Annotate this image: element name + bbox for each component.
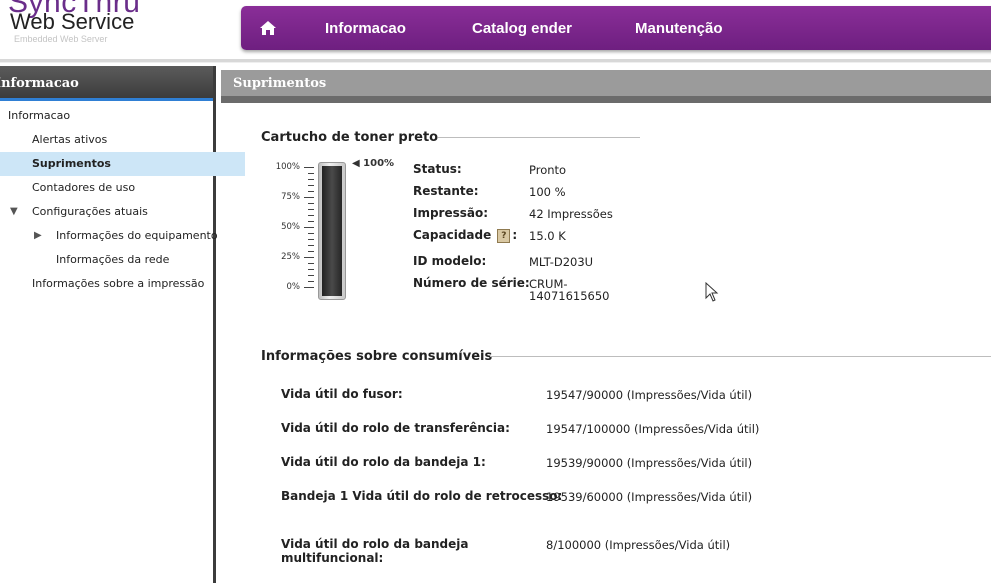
serial-number-value-line2: 14071615650 — [529, 289, 610, 303]
gauge-tick-label: 0% — [286, 282, 301, 292]
gauge-major-tick — [304, 257, 314, 258]
table-row-value: 8/100000 (Impressões/Vida útil) — [546, 538, 731, 552]
page-title: Suprimentos — [221, 70, 991, 103]
gauge-major-tick — [304, 227, 314, 228]
capacity-label-suffix: : — [512, 228, 518, 242]
toner-section-title: Cartucho de toner preto — [261, 130, 439, 145]
gauge-minor-tick — [308, 275, 314, 276]
sidebar-item-label: Informações da rede — [56, 253, 170, 266]
nav-catalog-ender[interactable]: Catalog ender — [472, 20, 572, 37]
sidebar-item-contadores-de-uso[interactable]: Contadores de uso — [0, 176, 245, 200]
status-value: Pronto — [529, 163, 567, 177]
capacity-label-text: Capacidade — [413, 228, 492, 242]
nav-informacao[interactable]: Informacao — [325, 20, 406, 37]
main-content: Suprimentos — [221, 70, 991, 583]
table-row-value: 19547/100000 (Impressões/Vida útil) — [546, 422, 760, 436]
gauge-minor-tick — [308, 173, 314, 174]
sidebar-item-label: Configurações atuais — [32, 205, 148, 218]
gauge-fill — [322, 166, 342, 296]
help-icon[interactable]: ? — [497, 228, 511, 243]
table-row-label-line1: Vida útil do rolo da bandeja — [281, 537, 469, 551]
table-row-label-line2: multifuncional: — [281, 551, 384, 565]
table-row-label: Bandeja 1 Vida útil do rolo de retrocess… — [281, 489, 563, 503]
sidebar-item-informacoes-sobre-a-impressao[interactable]: Informações sobre a impressão — [0, 272, 245, 296]
gauge-major-tick — [304, 197, 314, 198]
model-id-value: MLT-D203U — [529, 255, 594, 269]
sidebar-item-label: Alertas ativos — [32, 133, 108, 146]
nav-manutencao[interactable]: Manutenção — [635, 20, 723, 37]
sidebar-item-alertas-ativos[interactable]: Alertas ativos — [0, 128, 245, 152]
gauge-minor-tick — [308, 179, 314, 180]
table-row-label: Vida útil do rolo da bandeja 1: — [281, 455, 486, 469]
gauge-minor-tick — [308, 185, 314, 186]
table-row-value: 19539/90000 (Impressões/Vida útil) — [546, 456, 753, 470]
sidebar-item-label: Suprimentos — [32, 157, 111, 170]
gauge-tick-label: 75% — [281, 192, 300, 202]
triangle-down-icon[interactable]: ▼ — [10, 200, 18, 224]
gauge-minor-tick — [308, 209, 314, 210]
header-divider-light — [0, 62, 991, 63]
model-id-label: ID modelo: — [413, 254, 487, 268]
gauge-tick-label: 25% — [281, 252, 300, 262]
sidebar-item-label: Informações sobre a impressão — [32, 277, 205, 290]
section-divider — [490, 356, 991, 357]
gauge-minor-tick — [308, 263, 314, 264]
gauge-minor-tick — [308, 215, 314, 216]
remaining-value: 100 % — [529, 185, 566, 199]
sidebar-header: Informacao — [0, 66, 213, 101]
sidebar-header-label: Informacao — [0, 76, 79, 91]
brand-title: Web Service — [10, 9, 135, 34]
gauge-tick-label: 100% — [275, 162, 300, 172]
gauge-major-tick — [304, 167, 314, 168]
table-row-label: Vida útil do rolo de transferência: — [281, 421, 510, 435]
sidebar-item-label: Informações do equipamento — [56, 229, 218, 242]
consumables-section-title: Informações sobre consumíveis — [261, 349, 493, 364]
gauge-minor-tick — [308, 251, 314, 252]
sidebar-item-informacao[interactable]: Informacao — [0, 104, 221, 128]
capacity-label: Capacidade ?: — [413, 228, 517, 243]
serial-number-label: Número de série: — [413, 276, 530, 290]
triangle-right-icon[interactable]: ▶ — [34, 224, 42, 248]
gauge-minor-tick — [308, 191, 314, 192]
sidebar-item-label: Informacao — [8, 109, 71, 122]
gauge-minor-tick — [308, 281, 314, 282]
table-row-label: Vida útil do fusor: — [281, 387, 403, 401]
impressions-label: Impressão: — [413, 206, 489, 220]
gauge-level-label: 100% — [363, 158, 395, 169]
gauge-tick-label: 50% — [281, 222, 300, 232]
sidebar-item-configuracoes-atuais[interactable]: ▼ Configurações atuais — [0, 200, 245, 224]
remaining-label: Restante: — [413, 184, 479, 198]
brand-subtitle: Embedded Web Server — [14, 34, 108, 44]
top-navigation: Informacao Catalog ender Manutenção — [241, 6, 991, 50]
gauge-minor-tick — [308, 269, 314, 270]
gauge-minor-tick — [308, 221, 314, 222]
capacity-value: 15.0 K — [529, 229, 566, 243]
sidebar-item-suprimentos[interactable]: Suprimentos — [0, 152, 245, 176]
gauge-major-tick — [304, 287, 314, 288]
gauge-minor-tick — [308, 245, 314, 246]
status-label: Status: — [413, 162, 462, 176]
home-icon[interactable] — [259, 19, 277, 37]
sidebar: Informacao Informacao Alertas ativos Sup… — [0, 66, 245, 583]
gauge-level-marker: ◀ 100% — [352, 158, 395, 169]
section-divider — [438, 137, 640, 138]
gauge-minor-tick — [308, 233, 314, 234]
mouse-cursor-icon — [705, 282, 719, 302]
table-row-value: 19539/60000 (Impressões/Vida útil) — [546, 490, 753, 504]
impressions-value: 42 Impressões — [529, 207, 613, 221]
table-row-value: 19547/90000 (Impressões/Vida útil) — [546, 388, 753, 402]
sidebar-item-label: Contadores de uso — [32, 181, 136, 194]
gauge-minor-tick — [308, 203, 314, 204]
gauge-minor-tick — [308, 239, 314, 240]
